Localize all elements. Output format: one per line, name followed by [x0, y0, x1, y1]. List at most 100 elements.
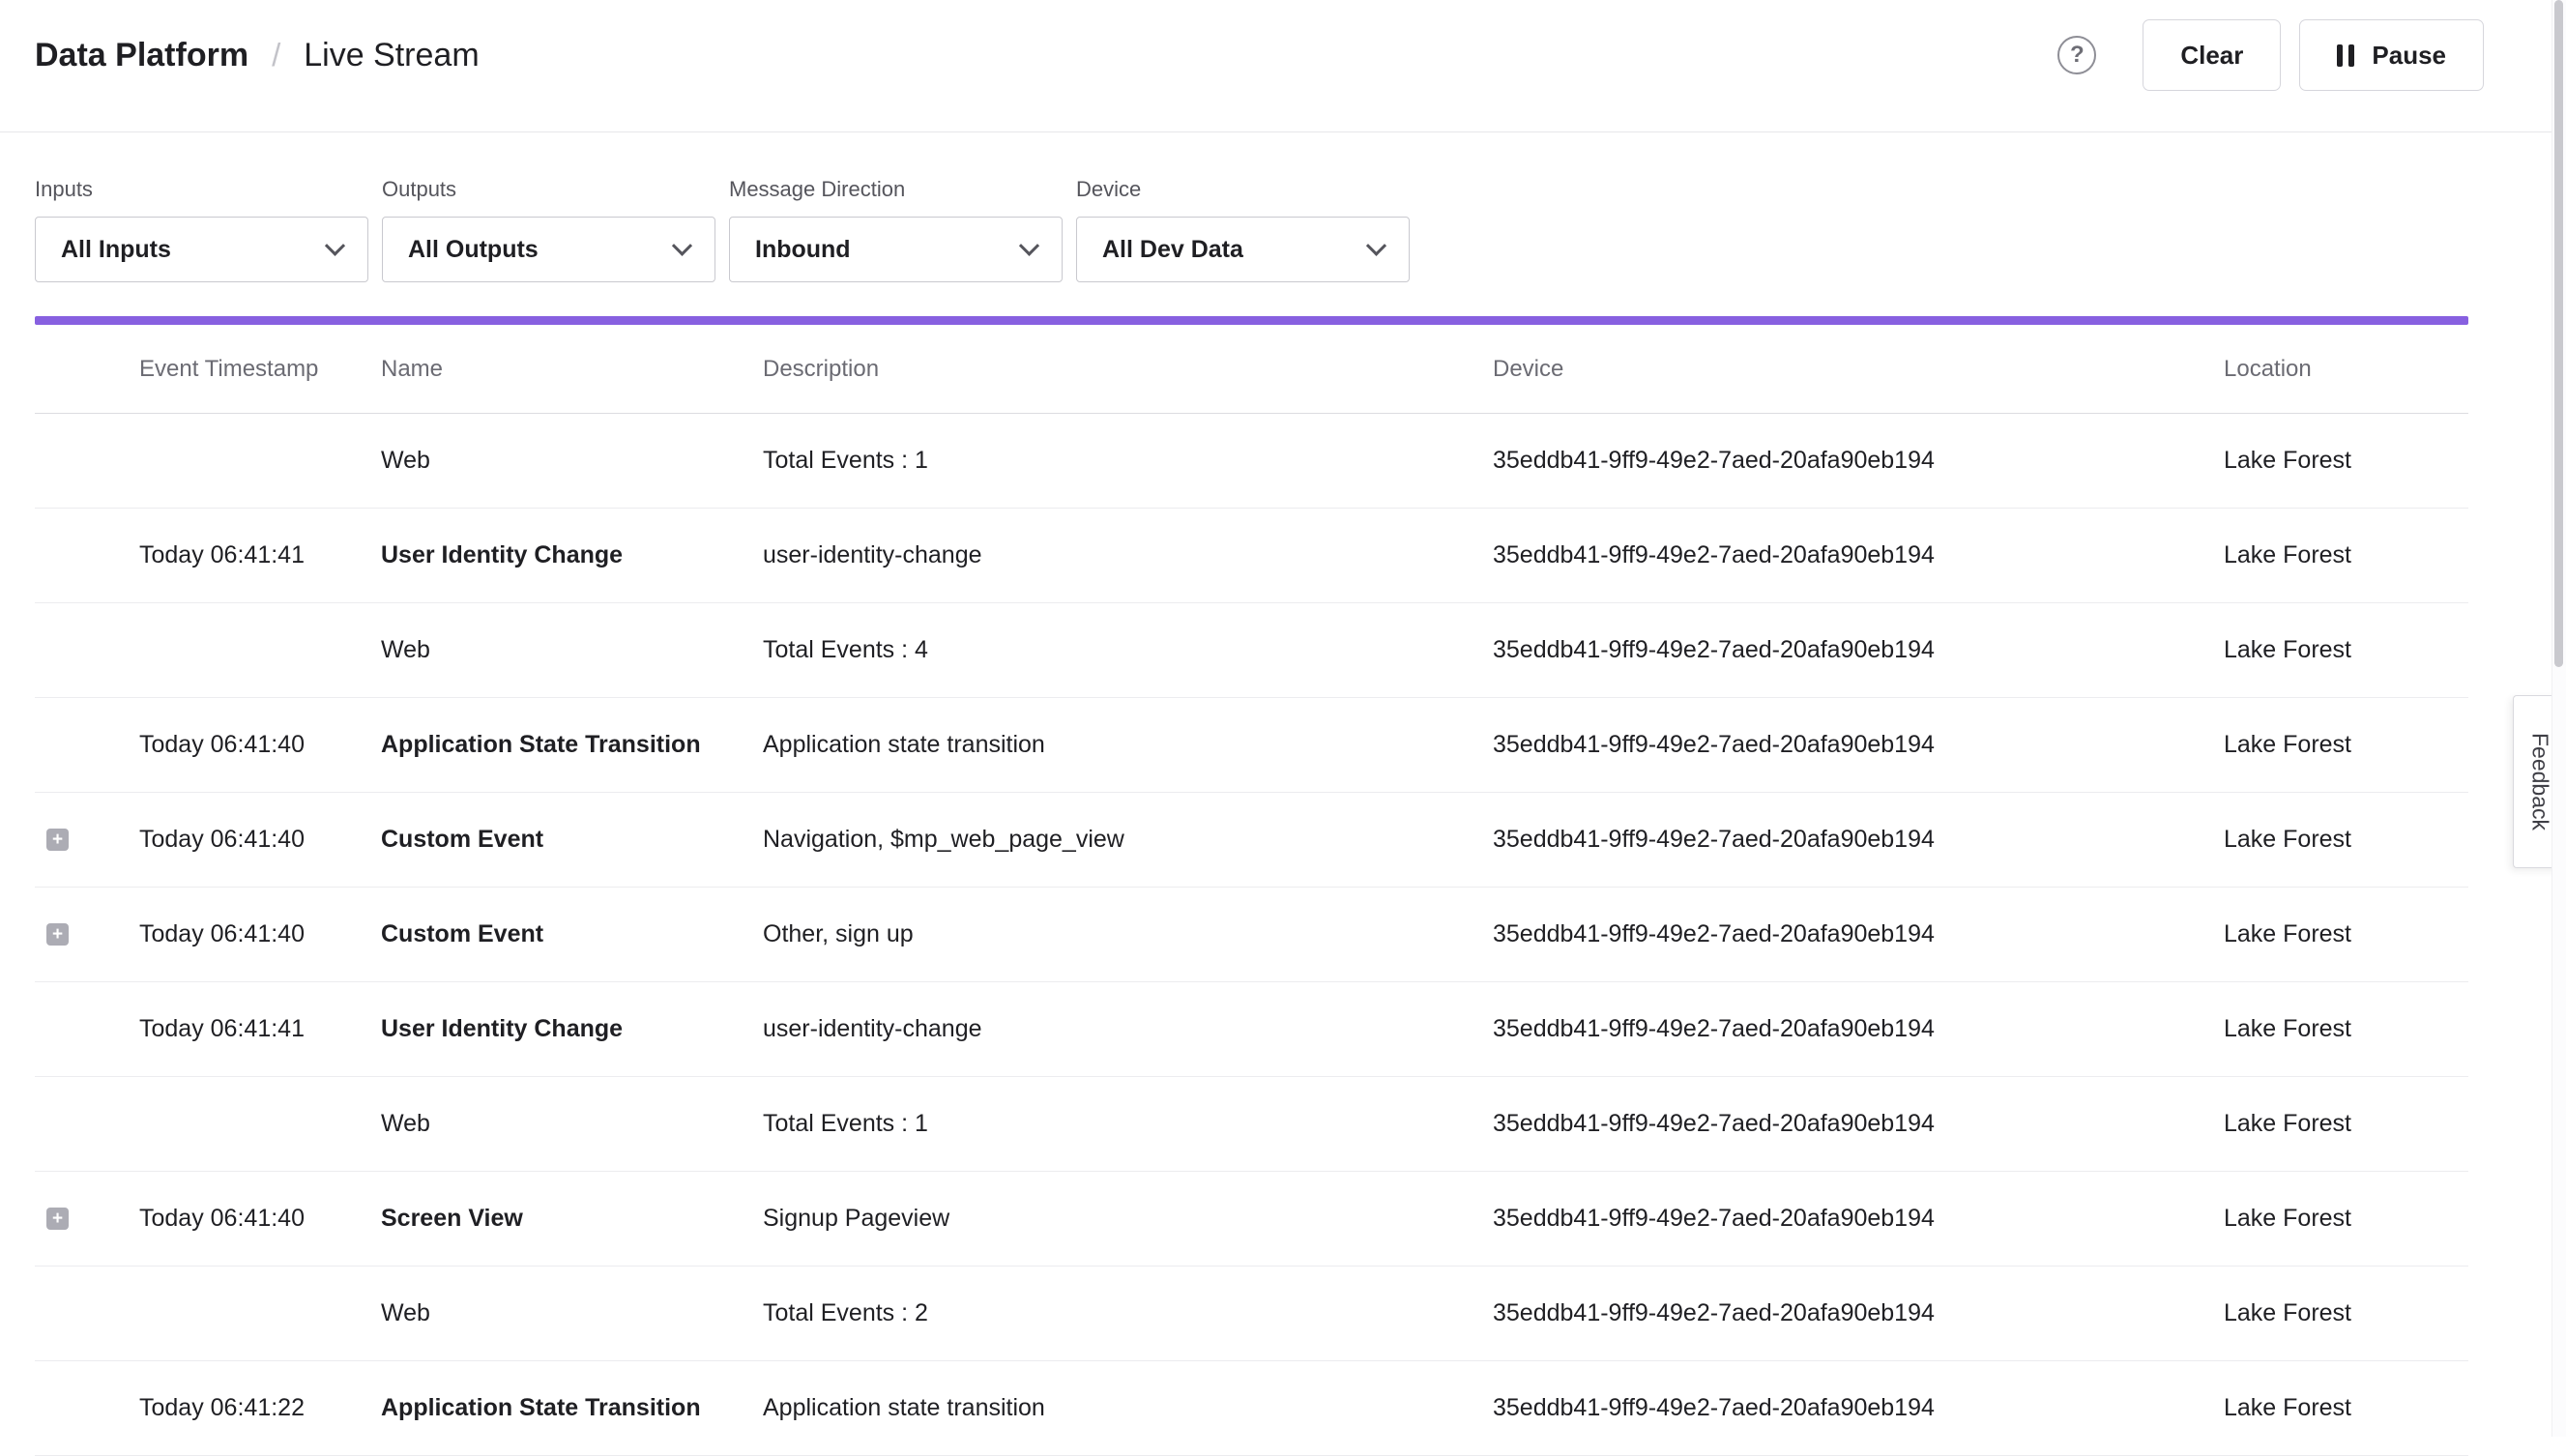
table-row[interactable]: + Web Total Events : 1 35eddb41-9ff9-49e…: [35, 414, 2468, 509]
event-location: Lake Forest: [2224, 1394, 2468, 1422]
help-icon[interactable]: ?: [2057, 36, 2096, 74]
event-name: Web: [381, 1299, 763, 1327]
table-row[interactable]: + Today 06:41:22 Application State Trans…: [35, 1361, 2468, 1456]
filter-message-direction: Message Direction Inbound: [729, 177, 1063, 282]
page-title: Live Stream: [304, 37, 479, 74]
live-stream-progress-bar: [35, 316, 2468, 325]
inputs-select[interactable]: All Inputs: [35, 217, 368, 282]
breadcrumb: Data Platform / Live Stream: [35, 37, 480, 74]
inputs-select-value: All Inputs: [61, 236, 171, 264]
column-header-device: Device: [1493, 356, 2224, 383]
event-name: User Identity Change: [381, 1015, 763, 1043]
event-description: Total Events : 1: [763, 447, 1493, 475]
expand-cell: +: [35, 1302, 139, 1325]
expand-icon[interactable]: +: [46, 1208, 69, 1230]
table-row[interactable]: + Web Total Events : 2 35eddb41-9ff9-49e…: [35, 1267, 2468, 1361]
event-name: Web: [381, 636, 763, 664]
breadcrumb-root[interactable]: Data Platform: [35, 37, 248, 74]
column-header-name: Name: [381, 356, 763, 383]
table-row[interactable]: + Web Total Events : 1 35eddb41-9ff9-49e…: [35, 1077, 2468, 1172]
table-row[interactable]: + Today 06:41:40 Custom Event Other, sig…: [35, 888, 2468, 982]
clear-button[interactable]: Clear: [2143, 19, 2281, 91]
column-header-location: Location: [2224, 356, 2468, 383]
chevron-down-icon: [325, 235, 345, 255]
expand-cell: +: [35, 923, 139, 946]
expand-cell: +: [35, 1113, 139, 1135]
event-device: 35eddb41-9ff9-49e2-7aed-20afa90eb194: [1493, 447, 2224, 475]
table-row[interactable]: + Today 06:41:40 Screen View Signup Page…: [35, 1172, 2468, 1267]
event-location: Lake Forest: [2224, 1205, 2468, 1233]
table-row[interactable]: + Today 06:41:40 Application State Trans…: [35, 698, 2468, 793]
expand-cell: +: [35, 639, 139, 661]
event-location: Lake Forest: [2224, 731, 2468, 759]
table-body: + Web Total Events : 1 35eddb41-9ff9-49e…: [35, 414, 2468, 1456]
scrollbar-thumb[interactable]: [2554, 0, 2563, 667]
event-description: Other, sign up: [763, 920, 1493, 948]
event-name: Application State Transition: [381, 1394, 763, 1422]
table-row[interactable]: + Today 06:41:41 User Identity Change us…: [35, 509, 2468, 603]
outputs-select[interactable]: All Outputs: [382, 217, 715, 282]
event-description: Application state transition: [763, 1394, 1493, 1422]
event-device: 35eddb41-9ff9-49e2-7aed-20afa90eb194: [1493, 1110, 2224, 1138]
event-name: Web: [381, 1110, 763, 1138]
expand-cell: +: [35, 829, 139, 851]
event-description: Total Events : 4: [763, 636, 1493, 664]
breadcrumb-separator: /: [272, 37, 280, 73]
header-actions: ? Clear Pause: [2057, 19, 2484, 91]
device-select-value: All Dev Data: [1102, 236, 1243, 264]
event-device: 35eddb41-9ff9-49e2-7aed-20afa90eb194: [1493, 1299, 2224, 1327]
event-description: Total Events : 2: [763, 1299, 1493, 1327]
device-select[interactable]: All Dev Data: [1076, 217, 1410, 282]
scrollbar[interactable]: [2551, 0, 2566, 1437]
event-name: Screen View: [381, 1205, 763, 1233]
event-location: Lake Forest: [2224, 1015, 2468, 1043]
event-name: Custom Event: [381, 920, 763, 948]
event-device: 35eddb41-9ff9-49e2-7aed-20afa90eb194: [1493, 1394, 2224, 1422]
chevron-down-icon: [1366, 235, 1386, 255]
message-direction-select-value: Inbound: [755, 236, 851, 264]
event-location: Lake Forest: [2224, 826, 2468, 854]
event-location: Lake Forest: [2224, 447, 2468, 475]
event-timestamp: Today 06:41:41: [139, 1015, 381, 1043]
event-description: user-identity-change: [763, 541, 1493, 569]
table-header-row: Event Timestamp Name Description Device …: [35, 325, 2468, 414]
chevron-down-icon: [1019, 235, 1039, 255]
filter-label: Inputs: [35, 177, 368, 202]
expand-cell: +: [35, 1018, 139, 1040]
filter-label: Outputs: [382, 177, 715, 202]
event-device: 35eddb41-9ff9-49e2-7aed-20afa90eb194: [1493, 826, 2224, 854]
event-description: Application state transition: [763, 731, 1493, 759]
column-header-timestamp: Event Timestamp: [139, 356, 381, 383]
filter-device: Device All Dev Data: [1076, 177, 1410, 282]
event-timestamp: Today 06:41:41: [139, 541, 381, 569]
event-device: 35eddb41-9ff9-49e2-7aed-20afa90eb194: [1493, 636, 2224, 664]
event-timestamp: Today 06:41:40: [139, 1205, 381, 1233]
event-table: Event Timestamp Name Description Device …: [35, 325, 2468, 1456]
filter-label: Message Direction: [729, 177, 1063, 202]
table-row[interactable]: + Web Total Events : 4 35eddb41-9ff9-49e…: [35, 603, 2468, 698]
filter-outputs: Outputs All Outputs: [382, 177, 715, 282]
filter-bar: Inputs All Inputs Outputs All Outputs Me…: [0, 132, 2566, 282]
message-direction-select[interactable]: Inbound: [729, 217, 1063, 282]
table-row[interactable]: + Today 06:41:41 User Identity Change us…: [35, 982, 2468, 1077]
clear-button-label: Clear: [2180, 41, 2243, 71]
event-location: Lake Forest: [2224, 1110, 2468, 1138]
event-timestamp: Today 06:41:40: [139, 920, 381, 948]
table-row[interactable]: + Today 06:41:40 Custom Event Navigation…: [35, 793, 2468, 888]
event-device: 35eddb41-9ff9-49e2-7aed-20afa90eb194: [1493, 541, 2224, 569]
pause-button[interactable]: Pause: [2299, 19, 2484, 91]
expand-cell: +: [35, 1208, 139, 1230]
event-timestamp: Today 06:41:22: [139, 1394, 381, 1422]
pause-icon: [2337, 44, 2354, 67]
event-device: 35eddb41-9ff9-49e2-7aed-20afa90eb194: [1493, 1015, 2224, 1043]
event-name: Web: [381, 447, 763, 475]
event-device: 35eddb41-9ff9-49e2-7aed-20afa90eb194: [1493, 920, 2224, 948]
expand-cell: +: [35, 734, 139, 756]
expand-icon[interactable]: +: [46, 829, 69, 851]
expand-cell: +: [35, 544, 139, 567]
filter-label: Device: [1076, 177, 1410, 202]
column-header-description: Description: [763, 356, 1493, 383]
event-name: Application State Transition: [381, 731, 763, 759]
outputs-select-value: All Outputs: [408, 236, 539, 264]
expand-icon[interactable]: +: [46, 923, 69, 946]
